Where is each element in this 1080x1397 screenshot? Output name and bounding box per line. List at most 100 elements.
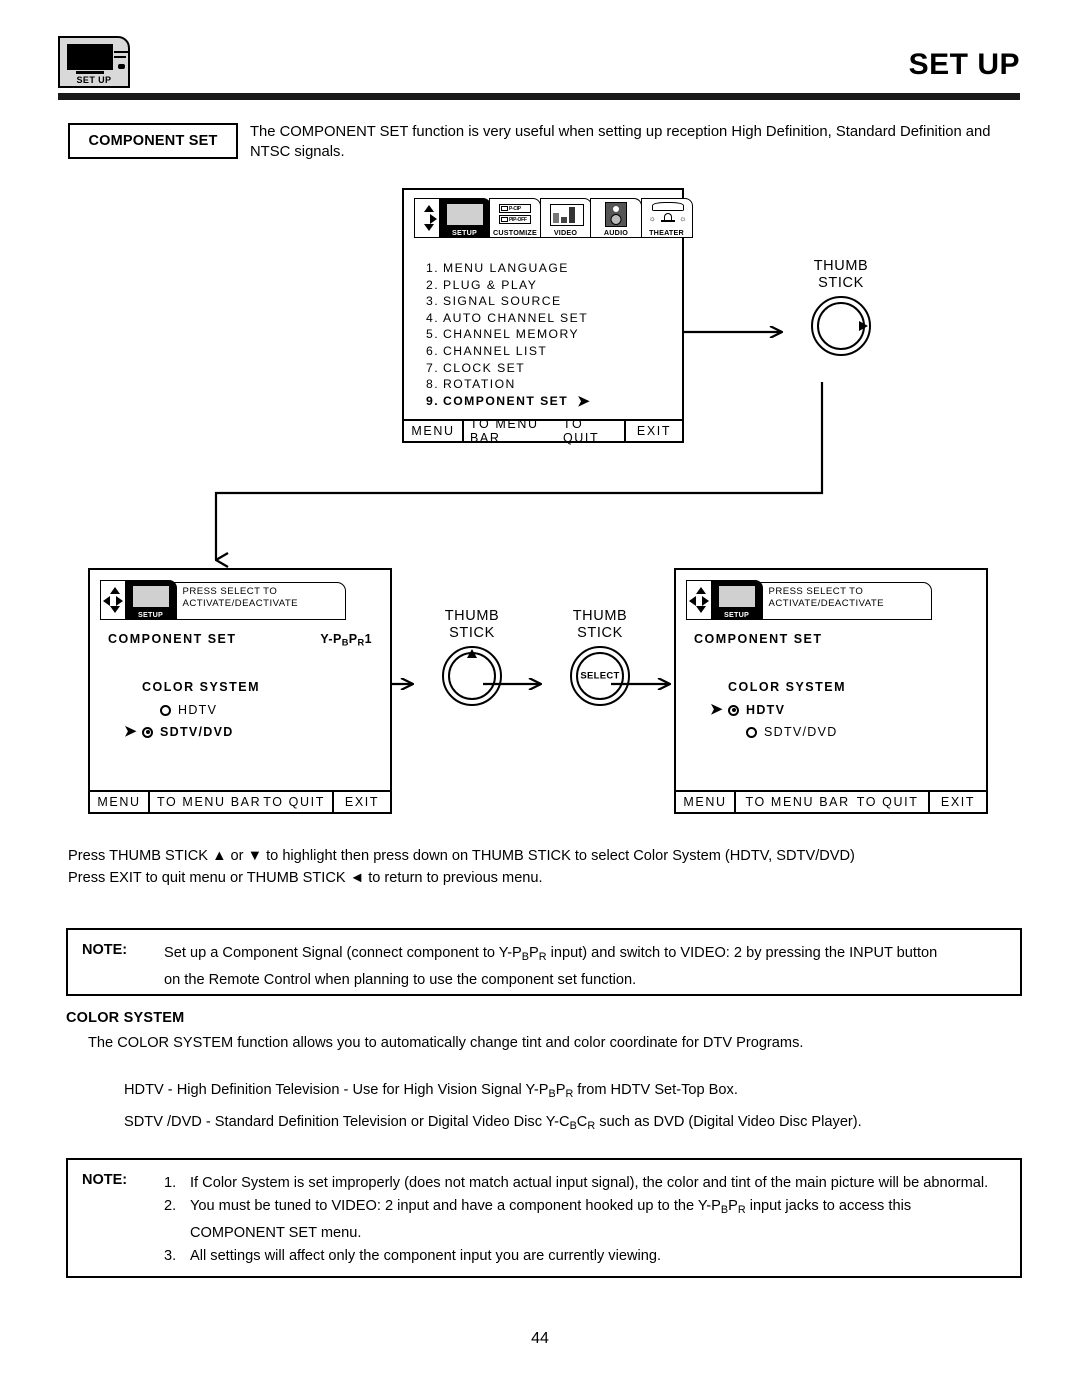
hint-line-1: PRESS SELECT TO xyxy=(768,586,864,597)
menu-item-label: AUTO CHANNEL SET xyxy=(443,310,589,325)
hint-line-1: PRESS SELECT TO xyxy=(182,586,278,597)
osd-right-option-sdtv-dvd[interactable]: SDTV/DVD xyxy=(728,725,838,739)
icon-tab-setup[interactable]: SETUP xyxy=(124,580,177,620)
note-box-1: NOTE: Set up a Component Signal (connect… xyxy=(66,928,1022,996)
icon-tab-audio[interactable]: AUDIO xyxy=(590,198,642,238)
color-system-paragraph: The COLOR SYSTEM function allows you to … xyxy=(88,1035,804,1051)
osd-left-title: COMPONENT SET xyxy=(108,632,237,646)
header-divider xyxy=(58,93,1020,100)
setup-menu-list: 1. MENU LANGUAGE 2. PLUG & PLAY 3. SIGNAL S… xyxy=(426,260,591,409)
bar-menu-label[interactable]: MENU xyxy=(90,792,150,812)
icon-tab-audio-label: AUDIO xyxy=(603,228,629,237)
page-title: SET UP xyxy=(908,48,1020,81)
note-2-item-3-text: All settings will affect only the compon… xyxy=(190,1248,662,1265)
tv-stand-glyph xyxy=(76,71,104,74)
menu-item-component-set[interactable]: 9. COMPONENT SET ➤ xyxy=(426,393,591,410)
menu-item-label: CHANNEL MEMORY xyxy=(443,327,580,342)
menu-item-channel-memory[interactable]: 5. CHANNEL MEMORY xyxy=(426,326,591,343)
thumb-stick-mid-left-line1: THUMB xyxy=(444,608,500,624)
dpad-icon xyxy=(689,587,709,613)
press-instructions: Press THUMB STICK ▲ or ▼ to highlight th… xyxy=(68,845,1028,889)
bar-exit-label[interactable]: EXIT xyxy=(624,421,682,441)
osd-right-option-hdtv[interactable]: ➤ HDTV xyxy=(710,702,785,717)
radio-icon-selected xyxy=(142,726,153,738)
icon-tab-setup-label: SETUP xyxy=(724,610,749,619)
menu-item-auto-channel-set[interactable]: 4. AUTO CHANNEL SET xyxy=(426,310,591,327)
osd-left-option-hdtv[interactable]: HDTV xyxy=(142,703,217,717)
dpad-icon xyxy=(417,205,437,231)
color-system-heading: COLOR SYSTEM xyxy=(66,1010,185,1026)
menu-item-signal-source[interactable]: 3. SIGNAL SOURCE xyxy=(426,293,591,310)
menu-item-clock-set[interactable]: 7. CLOCK SET xyxy=(426,360,591,377)
note-2-item-1-text: If Color System is set improperly (does … xyxy=(190,1175,989,1191)
sdtv-definition: SDTV /DVD - Standard Definition Televisi… xyxy=(124,1114,862,1133)
color-system-definitions: HDTV - High Definition Television - Use … xyxy=(124,1076,1026,1140)
note-2-item-3: 3. All settings will affect only the com… xyxy=(164,1245,1008,1268)
thumb-stick-mid-left-dial[interactable] xyxy=(442,646,502,706)
menu-item-rotation[interactable]: 8. ROTATION xyxy=(426,376,591,393)
osd-left-hint-strip: SETUP PRESS SELECT TO ACTIVATE/DEACTIVAT… xyxy=(100,580,346,620)
bar-to-menu-bar-label: TO MENU BAR xyxy=(470,417,539,445)
osd-right-hint-strip: SETUP PRESS SELECT TO ACTIVATE/DEACTIVAT… xyxy=(686,580,932,620)
icon-tab-theater[interactable]: ☼ ☼ THEATER xyxy=(640,198,693,238)
thumb-stick-top: THUMB STICK xyxy=(786,258,896,356)
menu-item-label: CLOCK SET xyxy=(443,360,526,375)
speaker-icon xyxy=(605,202,627,227)
thumb-stick-top-dial[interactable] xyxy=(811,296,871,356)
video-bars-icon xyxy=(549,204,584,226)
hint-line-2: ACTIVATE/DEACTIVATE xyxy=(768,598,885,610)
bar-menu-label[interactable]: MENU xyxy=(404,421,464,441)
thumb-stick-top-line1: THUMB xyxy=(813,258,869,274)
pip-label-1: P-CIP xyxy=(509,205,521,212)
osd-left-option-sdtv-dvd-label: SDTV/DVD xyxy=(160,725,234,739)
note-1-label: NOTE: xyxy=(82,942,128,958)
bar-menu-label[interactable]: MENU xyxy=(676,792,736,812)
bar-exit-label[interactable]: EXIT xyxy=(332,792,390,812)
note-2-body: 1. If Color System is set improperly (do… xyxy=(164,1172,1008,1268)
menu-item-menu-language[interactable]: 1. MENU LANGUAGE xyxy=(426,260,591,277)
thumb-stick-mid-right-line1: THUMB xyxy=(572,608,628,624)
osd-left-color-system-label: COLOR SYSTEM xyxy=(142,680,261,694)
color-system-section: COLOR SYSTEM The COLOR SYSTEM function a… xyxy=(66,1010,1026,1140)
bar-exit-label[interactable]: EXIT xyxy=(928,792,986,812)
icon-tab-setup-label: SETUP xyxy=(138,610,163,619)
tv-screen-glyph xyxy=(67,44,113,70)
menu-item-channel-list[interactable]: 6. CHANNEL LIST xyxy=(426,343,591,360)
icon-tab-setup[interactable]: SETUP xyxy=(710,580,763,620)
note-1-body: Set up a Component Signal (connect compo… xyxy=(164,942,1008,992)
manual-page: SET UP SET UP COMPONENT SET The COMPONEN… xyxy=(0,0,1080,1397)
hint-line-2: ACTIVATE/DEACTIVATE xyxy=(182,598,299,610)
osd-right-title: COMPONENT SET xyxy=(694,632,823,646)
menu-item-label: ROTATION xyxy=(443,377,516,392)
nav-arrows-cell xyxy=(414,198,440,238)
setup-tv-icon xyxy=(717,585,756,611)
thumb-stick-select-dial[interactable]: SELECT xyxy=(570,646,630,706)
menu-item-plug-and-play[interactable]: 2. PLUG & PLAY xyxy=(426,277,591,294)
thumb-stick-inner-ring xyxy=(448,652,496,700)
dpad-icon xyxy=(103,587,123,613)
icon-tab-customize[interactable]: P-CIP PIP-OFF CUSTOMIZE xyxy=(489,198,541,238)
osd-left-option-sdtv-dvd[interactable]: ➤ SDTV/DVD xyxy=(124,724,234,739)
bar-mid: TO MENU BAR TO QUIT xyxy=(736,792,928,812)
note-2-item-1: 1. If Color System is set improperly (do… xyxy=(164,1172,1008,1195)
icon-tab-video[interactable]: VIDEO xyxy=(539,198,592,238)
osd-right-option-sdtv-dvd-label: SDTV/DVD xyxy=(764,725,838,739)
bar-to-quit-label: TO QUIT xyxy=(856,795,919,809)
note-box-2: NOTE: 1. If Color System is set improper… xyxy=(66,1158,1022,1278)
intro-paragraph: The COMPONENT SET function is very usefu… xyxy=(250,124,991,160)
radio-icon-selected xyxy=(728,704,739,716)
setup-tab-label: SET UP xyxy=(76,75,112,85)
thumb-stick-top-line2: STICK xyxy=(818,275,864,291)
icon-tab-setup-label: SETUP xyxy=(452,228,477,237)
note-1-line-1: Set up a Component Signal (connect compo… xyxy=(164,945,938,964)
thumb-stick-mid-right-line2: STICK xyxy=(577,625,623,641)
bar-to-quit-label: TO QUIT xyxy=(263,795,325,809)
press-instructions-line-2: Press EXIT to quit menu or THUMB STICK ◄… xyxy=(68,870,543,886)
thumb-stick-mid-left: THUMB STICK xyxy=(417,608,527,706)
thumb-stick-mid-left-line2: STICK xyxy=(449,625,495,641)
menu-item-label: MENU LANGUAGE xyxy=(443,261,569,275)
icon-tab-setup[interactable]: SETUP xyxy=(438,198,491,238)
right-arrow-icon xyxy=(859,321,868,331)
setup-cable-icon xyxy=(169,592,177,594)
bar-to-menu-bar-label: TO MENU BAR xyxy=(157,795,262,809)
